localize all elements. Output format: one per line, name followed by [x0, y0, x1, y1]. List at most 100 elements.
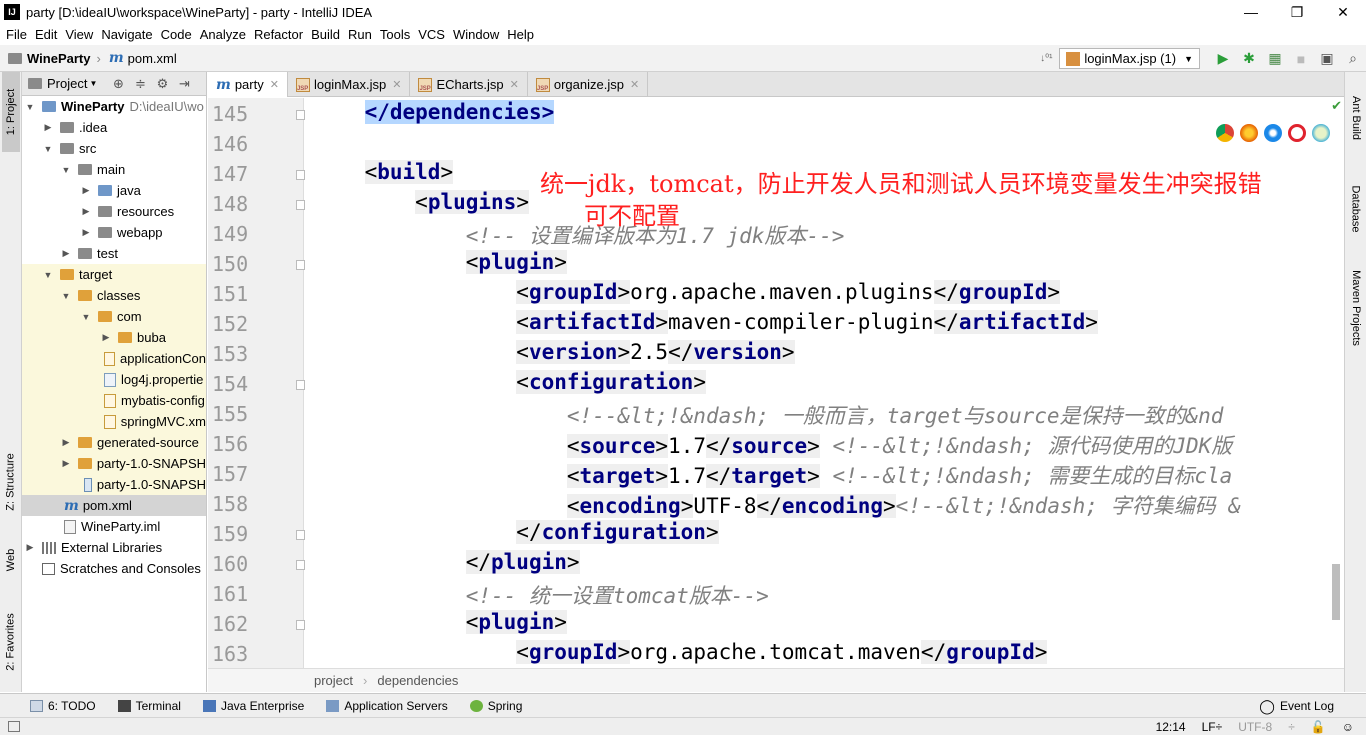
fold-marker[interactable]: [296, 110, 305, 120]
tool-tab-terminal[interactable]: Terminal: [117, 699, 181, 713]
tool-windows-toggle-icon[interactable]: [8, 721, 20, 732]
menu-build[interactable]: Build: [311, 27, 340, 42]
safari-icon[interactable]: [1264, 124, 1282, 142]
tree-item-buba[interactable]: ▶ buba: [22, 327, 206, 348]
tree-item-scratches[interactable]: Scratches and Consoles: [22, 558, 206, 579]
collapse-icon[interactable]: ≑: [129, 76, 151, 92]
close-icon[interactable]: ✕: [510, 78, 519, 91]
sort-icon[interactable]: ↓⁰¹: [1033, 48, 1059, 70]
tree-item-webapp[interactable]: ▶ webapp: [22, 222, 206, 243]
menu-vcs[interactable]: VCS: [418, 27, 445, 42]
tree-item-party-snapshot-war[interactable]: party-1.0-SNAPSH: [22, 474, 206, 495]
close-icon[interactable]: ✕: [270, 78, 279, 91]
tool-tab-maven[interactable]: Maven Projects: [1347, 258, 1365, 358]
tool-tab-spring[interactable]: Spring: [469, 699, 522, 713]
nav-crumb-project[interactable]: WineParty ›: [8, 51, 101, 66]
tree-item-mybatis-config[interactable]: mybatis-config: [22, 390, 206, 411]
code-editor[interactable]: 145 146 147 148 149 150 151 152 153 154 …: [208, 98, 1344, 668]
tree-item-external-libraries[interactable]: ▶ External Libraries: [22, 537, 206, 558]
stop-button[interactable]: ■: [1288, 48, 1314, 70]
tree-item-party-snapshot-dir[interactable]: ▶ party-1.0-SNAPSH: [22, 453, 206, 474]
menu-tools[interactable]: Tools: [380, 27, 410, 42]
menu-navigate[interactable]: Navigate: [101, 27, 152, 42]
chrome-icon[interactable]: [1216, 124, 1234, 142]
lock-icon[interactable]: 🔓: [1311, 720, 1326, 734]
debug-button[interactable]: ✱: [1236, 48, 1262, 70]
tab-loginmax[interactable]: loginMax.jsp ✕: [288, 72, 411, 97]
nav-crumb-pom[interactable]: m pom.xml: [109, 50, 177, 66]
tree-item-iml[interactable]: WineParty.iml: [22, 516, 206, 537]
close-icon[interactable]: ✕: [630, 78, 639, 91]
menu-file[interactable]: File: [6, 27, 27, 42]
locate-icon[interactable]: ⊕: [107, 76, 129, 92]
fold-marker[interactable]: [296, 530, 305, 540]
tree-item-src[interactable]: ▼ src: [22, 138, 206, 159]
code-line-162: <plugin>: [465, 610, 567, 634]
editor-scrollbar-thumb[interactable]: [1332, 564, 1340, 620]
tab-party[interactable]: m party ✕: [208, 72, 288, 97]
run-configuration-select[interactable]: loginMax.jsp (1) ▼: [1059, 48, 1200, 69]
tool-tab-java-enterprise[interactable]: Java Enterprise: [202, 699, 304, 713]
menu-code[interactable]: Code: [161, 27, 192, 42]
tool-tab-project[interactable]: 1: Project: [2, 72, 20, 152]
line-separator[interactable]: LF÷: [1202, 720, 1223, 734]
fold-marker[interactable]: [296, 260, 305, 270]
tool-tab-application-servers-label: Application Servers: [344, 698, 448, 713]
fold-marker[interactable]: [296, 380, 305, 390]
tree-item-wineparty[interactable]: ▼ WineParty D:\ideaIU\wo: [22, 96, 206, 117]
tree-item-com[interactable]: ▼ com: [22, 306, 206, 327]
breadcrumb-dependencies[interactable]: dependencies: [377, 673, 458, 688]
coverage-button[interactable]: ▦: [1262, 48, 1288, 70]
project-structure-button[interactable]: ▣: [1314, 48, 1340, 70]
close-button[interactable]: ✕: [1320, 0, 1366, 24]
tree-item-pom[interactable]: m pom.xml: [22, 495, 206, 516]
menu-help[interactable]: Help: [507, 27, 534, 42]
tool-tab-structure[interactable]: Z: Structure: [2, 442, 20, 522]
tree-item-resources[interactable]: ▶ resources: [22, 201, 206, 222]
fold-marker[interactable]: [296, 170, 305, 180]
ie-icon[interactable]: [1312, 124, 1330, 142]
menu-refactor[interactable]: Refactor: [254, 27, 303, 42]
menu-window[interactable]: Window: [453, 27, 499, 42]
search-everywhere-button[interactable]: ⌕: [1340, 48, 1366, 70]
tree-item-classes[interactable]: ▼ classes: [22, 285, 206, 306]
tree-item-springmvc[interactable]: springMVC.xm: [22, 411, 206, 432]
tree-item-target[interactable]: ▼ target: [22, 264, 206, 285]
tree-item-test[interactable]: ▶ test: [22, 243, 206, 264]
tool-tab-event-log[interactable]: ◯ Event Log: [1259, 694, 1334, 718]
tree-item-generated-sources[interactable]: ▶ generated-source: [22, 432, 206, 453]
tree-item-log4j[interactable]: log4j.propertie: [22, 369, 206, 390]
menu-edit[interactable]: Edit: [35, 27, 57, 42]
project-view-selector[interactable]: Project: [47, 76, 87, 91]
tab-echarts[interactable]: ECharts.jsp ✕: [410, 72, 528, 97]
opera-icon[interactable]: [1288, 124, 1306, 142]
fold-marker[interactable]: [296, 560, 305, 570]
breadcrumb-project[interactable]: project: [314, 673, 353, 688]
firefox-icon[interactable]: [1240, 124, 1258, 142]
tool-tab-database[interactable]: Database: [1347, 174, 1365, 244]
tool-tab-favorites[interactable]: 2: Favorites: [2, 602, 20, 682]
tool-tab-todo[interactable]: 6: TODO: [30, 699, 96, 713]
menu-analyze[interactable]: Analyze: [200, 27, 246, 42]
hide-icon[interactable]: ⇥: [173, 76, 195, 92]
menu-view[interactable]: View: [65, 27, 93, 42]
tree-item-idea[interactable]: ▶ .idea: [22, 117, 206, 138]
inspector-icon[interactable]: ☺: [1342, 720, 1354, 734]
close-icon[interactable]: ✕: [392, 78, 401, 91]
tool-tab-ant-build[interactable]: Ant Build: [1347, 80, 1365, 156]
run-button[interactable]: ▶: [1210, 48, 1236, 70]
menu-run[interactable]: Run: [348, 27, 372, 42]
tree-item-main[interactable]: ▼ main: [22, 159, 206, 180]
gear-icon[interactable]: ⚙: [151, 76, 173, 92]
minimize-button[interactable]: —: [1228, 0, 1274, 24]
caret-position[interactable]: 12:14: [1156, 720, 1186, 734]
file-encoding[interactable]: UTF-8: [1238, 720, 1272, 734]
tree-item-applicationcontext[interactable]: applicationCon: [22, 348, 206, 369]
fold-marker[interactable]: [296, 200, 305, 210]
tab-organize[interactable]: organize.jsp ✕: [528, 72, 649, 97]
tree-item-java[interactable]: ▶ java: [22, 180, 206, 201]
tool-tab-application-servers[interactable]: Application Servers: [326, 698, 448, 713]
maximize-button[interactable]: ❐: [1274, 0, 1320, 24]
fold-marker[interactable]: [296, 620, 305, 630]
tool-tab-web[interactable]: Web: [2, 538, 20, 582]
